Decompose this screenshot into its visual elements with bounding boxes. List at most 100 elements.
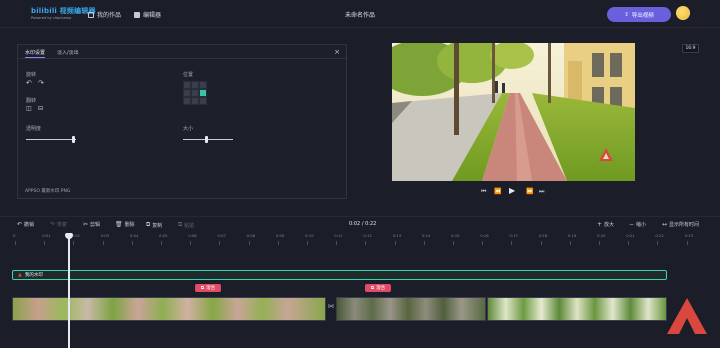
timeline-ruler[interactable]: 0 0:01 0:02 0:03 0:04 0:05 0:06 0:07 0:08 0:09 0:1… (0, 233, 720, 245)
close-icon[interactable]: × (334, 48, 340, 56)
ruler-tick (599, 241, 600, 245)
zoom-in-label: 放大 (604, 222, 615, 228)
play-icon[interactable]: ▶ (509, 186, 515, 195)
flip-horizontal-icon[interactable]: ◫ (26, 105, 32, 112)
plus-icon: + (597, 221, 603, 228)
ruler-tick-label: 0:08 (246, 233, 256, 238)
watermark-track-name: 我的水印 (24, 273, 43, 278)
ruler-tick-label: 0:16 (480, 233, 489, 238)
app-logo[interactable]: bilibili 视频编辑器 (31, 6, 96, 16)
position-cell[interactable] (183, 81, 191, 89)
position-cell[interactable] (183, 97, 191, 105)
size-slider-thumb[interactable] (205, 136, 208, 143)
ruler-tick (628, 241, 630, 245)
fast-forward-icon[interactable]: ⏩ (526, 188, 533, 195)
video-clip-2[interactable] (336, 297, 486, 321)
paste-button[interactable]: ⧉ 粘贴 (178, 221, 194, 229)
show-all-button[interactable]: ↔ 显示所有时间 (662, 221, 699, 228)
redo-icon: ↷ (50, 221, 56, 228)
ruler-tick-label: 0:04 (129, 233, 139, 238)
ruler-tick-label: 0:06 (188, 233, 197, 238)
project-title[interactable]: 未命名作品 (330, 10, 390, 19)
flip-label: 翻转 (26, 98, 37, 104)
position-grid[interactable] (183, 81, 207, 105)
transition-label: 溶合 (206, 286, 216, 291)
skip-end-icon[interactable]: ⏭ (539, 188, 544, 196)
zoom-in-button[interactable]: + 放大 (597, 221, 614, 228)
undo-icon: ↶ (17, 221, 23, 228)
scissors-icon: ✂ (83, 221, 89, 228)
opacity-slider-thumb[interactable] (72, 136, 75, 143)
ruler-tick-label: 0:18 (538, 233, 548, 238)
video-clip-1[interactable] (12, 297, 326, 321)
redo-button[interactable]: ↷ 恢复 (50, 221, 67, 228)
flip-vertical-icon[interactable]: ⊟ (38, 105, 43, 112)
skip-start-icon[interactable]: ⏮ (481, 188, 486, 196)
ruler-tick (511, 241, 513, 245)
rotate-right-icon[interactable]: ↷ (38, 79, 44, 87)
video-preview[interactable] (392, 43, 635, 181)
video-clip-3[interactable] (487, 297, 667, 321)
ruler-tick (219, 241, 221, 245)
position-cell[interactable] (199, 81, 207, 89)
ruler-tick (482, 241, 484, 245)
transition-tag[interactable]: ⧉ 溶合 (365, 284, 391, 292)
export-button[interactable]: ⇪ 导出视频 (607, 7, 671, 22)
ruler-tick (540, 241, 542, 245)
trash-icon: 🗑 (115, 221, 123, 228)
ruler-tick (248, 241, 250, 245)
rewind-icon[interactable]: ⏪ (494, 188, 501, 195)
position-cell[interactable] (191, 89, 199, 97)
tab-watermark-settings[interactable]: 水印设置 (25, 49, 46, 58)
copy-button[interactable]: ⧉ 复制 (146, 221, 162, 229)
position-cell-selected[interactable] (199, 89, 207, 97)
ruler-tick (15, 241, 16, 245)
delete-label: 删除 (124, 222, 135, 228)
ruler-tick-label: 0:15 (451, 233, 460, 238)
opacity-slider[interactable] (26, 139, 76, 140)
panel-divider (18, 58, 346, 59)
ruler-tick-label: 0:01 (42, 233, 51, 238)
position-cell[interactable] (191, 81, 199, 89)
export-label: 导出视频 (631, 12, 654, 19)
nav-my-works[interactable]: 我的作品 (88, 10, 121, 19)
aspect-ratio-button[interactable]: 16:9 (682, 44, 699, 53)
watermark-file-name: APPSO 最新水印.PNG (25, 189, 71, 194)
transition-marker-icon[interactable]: ⋈ (328, 303, 334, 310)
size-slider[interactable] (183, 139, 233, 140)
delete-button[interactable]: 🗑 删除 (115, 221, 135, 228)
size-label: 大小 (183, 126, 194, 132)
ruler-tick (102, 241, 104, 245)
rotate-left-icon[interactable]: ↶ (26, 79, 32, 87)
ruler-tick-label: 0:11 (334, 233, 343, 238)
transition-tag[interactable]: ⧉ 溶合 (195, 284, 221, 292)
redo-label: 恢复 (57, 222, 68, 228)
position-cell[interactable] (191, 97, 199, 105)
ruler-tick-label: 0:20 (597, 233, 606, 238)
transition-icon: ⧉ (200, 286, 205, 291)
ruler-tick-label: 0:19 (567, 233, 577, 238)
tab-fade[interactable]: 淡入/淡出 (57, 49, 79, 56)
nav-my-works-label: 我的作品 (97, 12, 122, 19)
ruler-tick-label: 0:13 (392, 233, 402, 238)
watermark-track[interactable]: ▲ 我的水印 (12, 270, 667, 280)
ruler-tick (569, 241, 571, 245)
rotate-label: 旋转 (26, 72, 37, 78)
position-cell[interactable] (183, 89, 191, 97)
zoom-out-label: 缩小 (636, 222, 647, 228)
position-cell[interactable] (199, 97, 207, 105)
opacity-label: 透明度 (26, 126, 42, 132)
zoom-out-button[interactable]: − 缩小 (629, 221, 646, 228)
nav-editor[interactable]: 编辑器 (134, 10, 161, 19)
ruler-tick-label: 0:22 (655, 233, 664, 238)
ruler-tick-label: 0:03 (100, 233, 110, 238)
avatar[interactable] (676, 6, 690, 20)
playhead[interactable] (68, 233, 70, 348)
ruler-tick (161, 241, 162, 245)
undo-button[interactable]: ↶ 撤销 (17, 221, 34, 228)
ruler-tick (277, 241, 279, 245)
ruler-tick-label: 0:23 (684, 233, 694, 238)
ruler-tick (131, 241, 133, 245)
show-all-label: 显示所有时间 (669, 222, 700, 228)
cut-button[interactable]: ✂ 剪辑 (83, 221, 100, 228)
